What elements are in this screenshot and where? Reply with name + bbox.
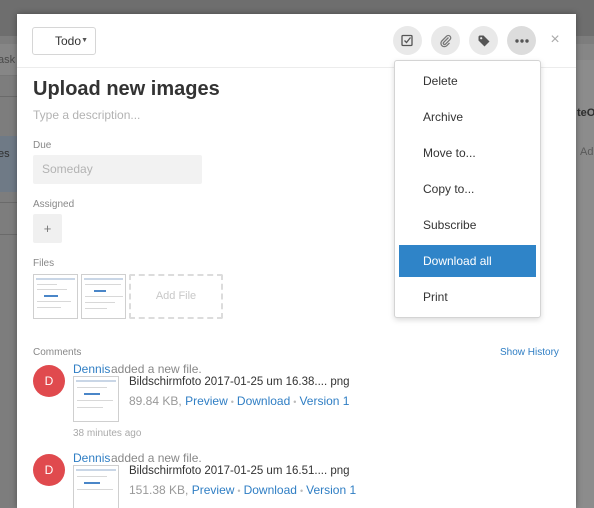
paperclip-icon: [439, 34, 451, 47]
status-label: Todo: [55, 34, 82, 48]
background-left-item: es: [0, 136, 18, 192]
comment-file-thumbnail[interactable]: [73, 376, 119, 422]
assigned-label: Assigned: [33, 199, 75, 210]
comment-file-thumbnail[interactable]: [73, 465, 119, 508]
more-options-menu: Delete Archive Move to... Copy to... Sub…: [394, 60, 541, 318]
preview-link[interactable]: Preview: [192, 483, 235, 497]
comment-timestamp: 38 minutes ago: [73, 428, 142, 439]
menu-item-copy-to[interactable]: Copy to...: [399, 173, 536, 205]
version-link[interactable]: Version 1: [299, 394, 349, 408]
due-date-field[interactable]: Someday: [33, 155, 202, 184]
menu-item-delete[interactable]: Delete: [399, 65, 536, 97]
menu-item-download-all[interactable]: Download all: [399, 245, 536, 277]
background-right-text: teO: [577, 107, 594, 119]
add-assignee-button[interactable]: +: [33, 214, 62, 243]
version-link[interactable]: Version 1: [306, 483, 356, 497]
comment-action: added a new file.: [111, 451, 202, 465]
show-history-link[interactable]: Show History: [500, 347, 559, 358]
checkbox-icon: [401, 34, 413, 47]
file-thumbnail[interactable]: [33, 274, 78, 319]
menu-item-move-to[interactable]: Move to...: [399, 137, 536, 169]
background-right-add: Ade: [580, 146, 594, 158]
comment-file-name: Bildschirmfoto 2017-01-25 um 16.51.... p…: [129, 465, 350, 477]
status-dropdown[interactable]: Todo ▼: [32, 27, 96, 55]
file-thumbnail[interactable]: [81, 274, 126, 319]
comments-label: Comments: [33, 347, 82, 358]
avatar[interactable]: D: [33, 454, 65, 486]
menu-item-print[interactable]: Print: [399, 281, 536, 313]
files-label: Files: [33, 258, 55, 269]
comment-action: added a new file.: [111, 362, 202, 376]
download-link[interactable]: Download: [244, 483, 297, 497]
comment-author[interactable]: Dennis: [73, 451, 110, 465]
file-size: 89.84 KB,: [129, 394, 182, 408]
due-label: Due: [33, 140, 52, 151]
download-link[interactable]: Download: [237, 394, 290, 408]
preview-link[interactable]: Preview: [185, 394, 228, 408]
avatar[interactable]: D: [33, 365, 65, 397]
comment-file-meta: 151.38 KB, Preview • Download • Version 1: [129, 483, 357, 497]
file-size: 151.38 KB,: [129, 483, 189, 497]
more-icon: [514, 38, 529, 43]
tag-button[interactable]: [469, 26, 498, 55]
close-icon: ×: [550, 31, 560, 48]
menu-item-archive[interactable]: Archive: [399, 101, 536, 133]
attach-button[interactable]: [431, 26, 460, 55]
background-right-column: [576, 60, 594, 508]
add-file-button[interactable]: Add File: [129, 274, 223, 319]
close-button[interactable]: ×: [546, 29, 564, 51]
caret-down-icon: ▼: [81, 37, 88, 44]
menu-item-subscribe[interactable]: Subscribe: [399, 209, 536, 241]
comment-author[interactable]: Dennis: [73, 362, 110, 376]
task-title[interactable]: Upload new images: [33, 78, 220, 101]
comment-file-name: Bildschirmfoto 2017-01-25 um 16.38.... p…: [129, 376, 350, 388]
more-options-button[interactable]: [507, 26, 536, 55]
background-left-text: ask: [0, 54, 16, 66]
comment-file-meta: 89.84 KB, Preview • Download • Version 1: [129, 394, 350, 408]
description-input[interactable]: Type a description...: [33, 108, 140, 122]
checklist-button[interactable]: [393, 26, 422, 55]
tag-icon: [478, 35, 489, 46]
